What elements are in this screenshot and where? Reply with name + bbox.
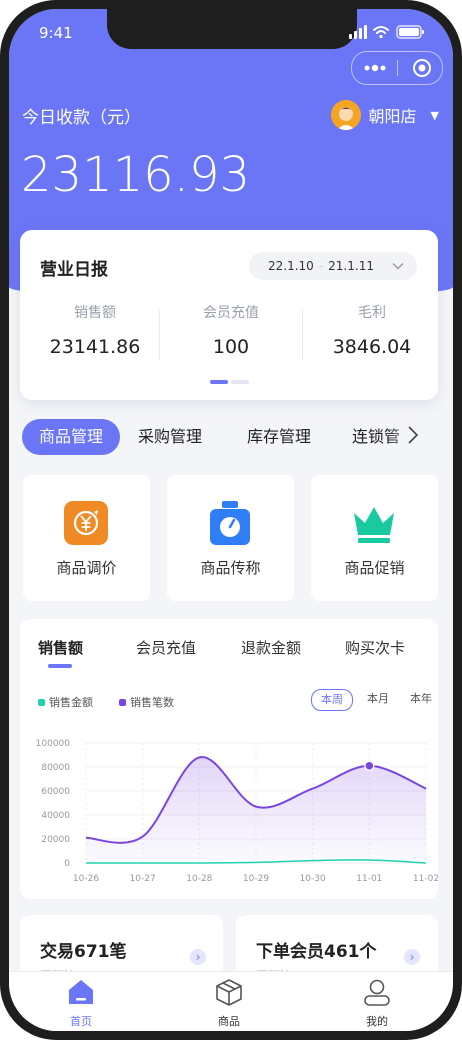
tabbar-products[interactable]: 商品	[189, 978, 269, 1029]
battery-icon	[396, 25, 424, 39]
date-separator: -	[318, 259, 324, 273]
stat-title: 下单会员461个	[256, 942, 377, 962]
status-icons	[349, 25, 424, 39]
active-tab-indicator	[48, 664, 72, 668]
tab-inventory-management[interactable]: 库存管理	[247, 419, 311, 455]
tabbar-home[interactable]: 首页	[41, 978, 121, 1029]
x-tick-label: 11-01	[356, 874, 382, 884]
sales-line-chart: 100000 80000 60000 40000 20000 010-26 10-27 10-…	[36, 739, 438, 884]
date-end: 21.1.11	[328, 259, 374, 273]
metric-gross-profit[interactable]: 毛利 3846.04	[302, 302, 442, 358]
carousel-indicator	[210, 380, 249, 384]
y-tick-label: 60000	[41, 787, 70, 797]
chart-tab-member-recharge[interactable]: 会员充值	[136, 637, 196, 658]
legend-sales-amount: 销售金额	[38, 694, 93, 710]
user-icon	[364, 979, 390, 1006]
y-tick-label: 0	[64, 859, 70, 869]
series-area-sales-count	[86, 757, 426, 863]
tool-scale-sync[interactable]: 商品传称	[167, 475, 294, 601]
wifi-icon	[373, 26, 389, 39]
stat-title: 交易671笔	[40, 942, 127, 962]
phone-frame: 9:41 今日收款（元） 朝阳店 ▼ 23116.93 营业日报 22.1.10…	[0, 0, 462, 1040]
legend-label: 销售笔数	[130, 696, 174, 709]
bottom-tab-bar: 首页 商品 我的	[9, 971, 453, 1031]
home-icon	[69, 980, 93, 1004]
user-avatar-icon	[330, 100, 361, 130]
legend-sales-count: 销售笔数	[119, 694, 174, 710]
tab-purchase-management[interactable]: 采购管理	[138, 419, 202, 455]
chart-tab-refund[interactable]: 退款金额	[241, 637, 301, 658]
capsule-divider	[397, 60, 398, 76]
metric-value: 3846.04	[332, 336, 412, 358]
tool-label: 商品促销	[344, 559, 405, 577]
price-adjust-icon	[64, 501, 108, 545]
x-tick-label: 10-28	[186, 874, 212, 884]
tool-promotion[interactable]: 商品促销	[311, 475, 438, 601]
status-time: 9:41	[39, 24, 73, 42]
report-title: 营业日报	[40, 260, 108, 280]
y-tick-label: 100000	[36, 739, 71, 749]
tool-label: 商品调价	[56, 559, 117, 577]
divider	[159, 310, 160, 360]
today-income-amount: 23116.93	[21, 147, 251, 203]
more-icon[interactable]	[364, 64, 386, 72]
chevron-right-icon: ›	[404, 949, 420, 965]
date-range-picker[interactable]: 22.1.10 - 21.1.11	[249, 252, 417, 280]
y-tick-label: 80000	[41, 763, 70, 773]
tool-price-adjust[interactable]: 商品调价	[23, 475, 150, 601]
tabbar-label: 我的	[366, 1015, 388, 1028]
chart-tab-sales[interactable]: 销售额	[38, 637, 83, 658]
range-month[interactable]: 本月	[364, 689, 392, 709]
sales-chart-card: 销售额 会员充值 退款金额 购买次卡 销售金额 销售笔数 本周 本月 本年 10…	[20, 619, 438, 899]
today-income-label: 今日收款（元）	[22, 108, 141, 128]
close-mini-program-icon[interactable]	[412, 58, 432, 78]
x-tick-label: 10-29	[243, 874, 269, 884]
legend-label: 销售金额	[49, 696, 93, 709]
box-icon	[216, 979, 242, 1006]
mini-program-capsule	[351, 51, 443, 85]
y-tick-label: 20000	[41, 835, 70, 845]
tab-scroll-fade	[389, 417, 453, 457]
tab-product-management[interactable]: 商品管理	[22, 419, 120, 455]
app-screen: 9:41 今日收款（元） 朝阳店 ▼ 23116.93 营业日报 22.1.10…	[9, 9, 453, 1031]
caret-down-icon: ▼	[430, 108, 439, 122]
store-name: 朝阳店	[368, 107, 417, 126]
x-tick-label: 10-30	[300, 874, 326, 884]
management-tabs: 商品管理 采购管理 库存管理 连锁管	[9, 417, 453, 457]
tabbar-label: 商品	[218, 1015, 240, 1028]
chevron-right-icon[interactable]	[407, 425, 419, 445]
chart-tab-times-card[interactable]: 购买次卡	[345, 637, 405, 658]
y-tick-label: 40000	[41, 811, 70, 821]
scale-icon	[210, 501, 250, 545]
metric-value: 100	[212, 336, 250, 358]
signal-icon	[349, 25, 367, 39]
legend-swatch	[119, 698, 126, 706]
metric-sales[interactable]: 销售额 23141.86	[25, 302, 165, 358]
daily-report-card: 营业日报 22.1.10 - 21.1.11 销售额 23141.86 会员充值…	[20, 230, 438, 400]
chevron-down-icon	[392, 263, 404, 270]
date-start: 22.1.10	[268, 259, 314, 273]
x-tick-label: 10-27	[130, 874, 156, 884]
range-week[interactable]: 本周	[311, 689, 353, 711]
metric-label: 销售额	[74, 305, 116, 321]
tool-label: 商品传称	[200, 559, 261, 577]
metric-label: 毛利	[358, 305, 386, 321]
avatar	[330, 100, 361, 130]
tabbar-label: 首页	[70, 1015, 92, 1028]
highlight-point	[364, 760, 375, 772]
x-tick-label: 10-26	[73, 874, 99, 884]
metric-label: 会员充值	[203, 305, 259, 321]
crown-icon	[354, 507, 394, 543]
range-year[interactable]: 本年	[407, 689, 435, 709]
metric-value: 23141.86	[49, 336, 141, 358]
x-tick-label: 11-02	[413, 874, 438, 884]
chevron-right-icon: ›	[190, 949, 206, 965]
tabbar-mine[interactable]: 我的	[337, 978, 417, 1029]
device-notch	[107, 9, 357, 49]
metric-member-recharge[interactable]: 会员充值 100	[161, 302, 301, 358]
store-selector[interactable]: 朝阳店 ▼	[330, 99, 439, 131]
legend-swatch	[38, 698, 45, 706]
